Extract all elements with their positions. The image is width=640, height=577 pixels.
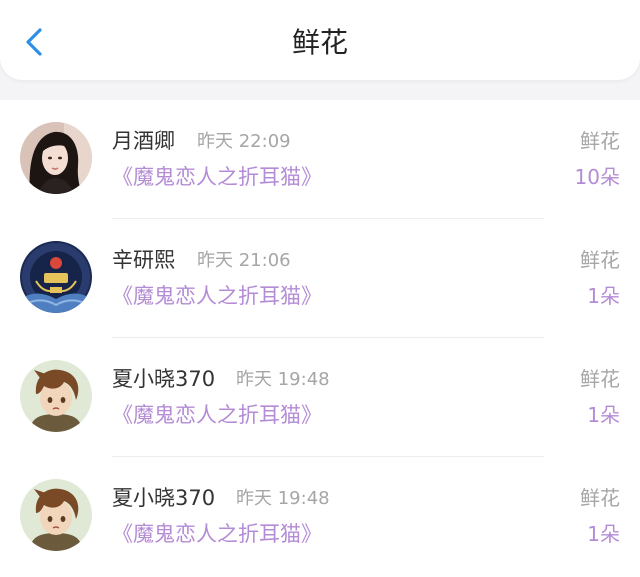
send-time: 昨天 19:48	[236, 488, 330, 509]
gift-count: 1朵	[587, 522, 620, 546]
gift-count: 1朵	[587, 284, 620, 308]
avatar-anime-boy-icon	[20, 479, 92, 551]
avatar[interactable]	[20, 360, 92, 432]
avatar[interactable]	[20, 122, 92, 194]
gift-type: 鲜花	[580, 248, 620, 272]
gift-count: 1朵	[587, 403, 620, 427]
book-title-link[interactable]: 《魔鬼恋人之折耳猫》	[112, 402, 322, 428]
page-title: 鲜花	[291, 26, 348, 59]
sender-name: 夏小晓370	[112, 486, 216, 510]
list-item[interactable]: 夏小晓370 昨天 19:48 《魔鬼恋人之折耳猫》 鲜花 1朵	[0, 457, 640, 576]
gift-count: 10朵	[574, 165, 620, 189]
send-time: 昨天 19:48	[236, 369, 330, 390]
list-item[interactable]: 月酒卿 昨天 22:09 《魔鬼恋人之折耳猫》 鲜花 10朵	[0, 100, 640, 219]
book-title-link[interactable]: 《魔鬼恋人之折耳猫》	[112, 164, 322, 190]
avatar-emblem-icon	[20, 241, 92, 313]
list-item[interactable]: 辛研熙 昨天 21:06 《魔鬼恋人之折耳猫》 鲜花 1朵	[0, 219, 640, 338]
gift-type: 鲜花	[580, 129, 620, 153]
avatar[interactable]	[20, 241, 92, 313]
flower-record-list: 月酒卿 昨天 22:09 《魔鬼恋人之折耳猫》 鲜花 10朵 辛研熙 昨天 21…	[0, 100, 640, 577]
avatar[interactable]	[20, 479, 92, 551]
list-item[interactable]: 夏小晓370 昨天 19:48 《魔鬼恋人之折耳猫》 鲜花 1朵	[0, 338, 640, 457]
sender-name: 辛研熙	[112, 248, 175, 272]
avatar-photo-woman-icon	[20, 122, 92, 194]
top-bar: 鲜花	[0, 0, 640, 80]
gift-type: 鲜花	[580, 367, 620, 391]
sender-name: 夏小晓370	[112, 367, 216, 391]
sender-name: 月酒卿	[112, 129, 175, 153]
send-time: 昨天 22:09	[197, 131, 291, 152]
send-time: 昨天 21:06	[197, 250, 291, 271]
book-title-link[interactable]: 《魔鬼恋人之折耳猫》	[112, 283, 322, 309]
gift-type: 鲜花	[580, 486, 620, 510]
avatar-anime-boy-icon	[20, 360, 92, 432]
book-title-link[interactable]: 《魔鬼恋人之折耳猫》	[112, 521, 322, 547]
